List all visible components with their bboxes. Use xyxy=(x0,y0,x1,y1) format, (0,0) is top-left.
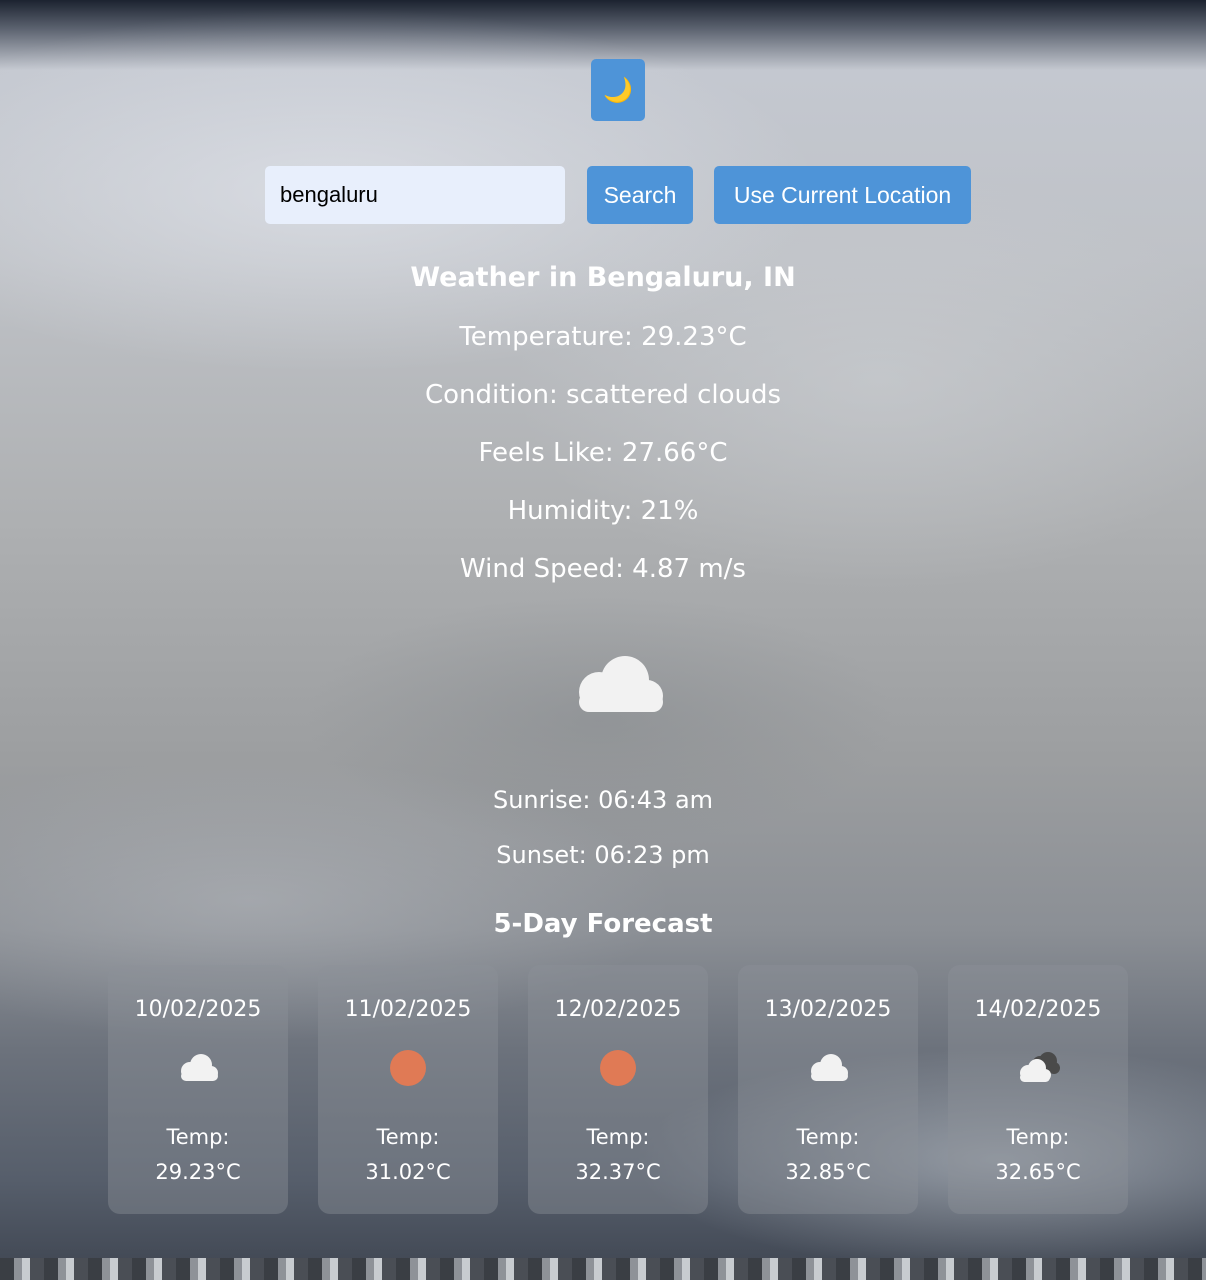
humidity-text: Humidity: 21% xyxy=(507,496,699,526)
theme-toggle-button[interactable]: 🌙 xyxy=(591,59,645,121)
broken-clouds-icon xyxy=(1020,1052,1060,1082)
forecast-card: 10/02/2025 Temp: 29.23°C xyxy=(108,965,288,1214)
forecast-temp-label: Temp: xyxy=(586,1125,650,1149)
search-button[interactable]: Search xyxy=(587,166,693,224)
forecast-temp-value: 29.23°C xyxy=(155,1160,241,1184)
sun-icon xyxy=(600,1050,636,1086)
sunset-text: Sunset: 06:23 pm xyxy=(496,841,710,869)
forecast-temp-value: 32.85°C xyxy=(785,1160,871,1184)
forecast-date: 14/02/2025 xyxy=(974,997,1102,1022)
forecast-temp-value: 32.65°C xyxy=(995,1160,1081,1184)
forecast-date: 10/02/2025 xyxy=(134,997,262,1022)
forecast-temp-label: Temp: xyxy=(796,1125,860,1149)
cloud-icon xyxy=(579,656,663,712)
forecast-temp-label: Temp: xyxy=(1006,1125,1070,1149)
forecast-date: 13/02/2025 xyxy=(764,997,892,1022)
forecast-date: 11/02/2025 xyxy=(344,997,472,1022)
weather-title: Weather in Bengaluru, IN xyxy=(410,262,796,293)
forecast-list: 10/02/2025 Temp: 29.23°C 11/02/2025 Temp… xyxy=(108,965,1128,1214)
cloud-icon xyxy=(181,1054,218,1081)
condition-text: Condition: scattered clouds xyxy=(424,380,782,410)
forecast-card: 14/02/2025 Temp: 32.65°C xyxy=(948,965,1128,1214)
forecast-temp-value: 31.02°C xyxy=(365,1160,451,1184)
forecast-title: 5-Day Forecast xyxy=(493,909,713,939)
background-strip xyxy=(0,1258,1206,1280)
forecast-card: 12/02/2025 Temp: 32.37°C xyxy=(528,965,708,1214)
cloud-icon xyxy=(811,1054,848,1081)
forecast-temp-value: 32.37°C xyxy=(575,1160,661,1184)
feels-like-text: Feels Like: 27.66°C xyxy=(478,438,728,468)
use-current-location-button[interactable]: Use Current Location xyxy=(714,166,971,224)
sun-icon xyxy=(390,1050,426,1086)
wind-speed-text: Wind Speed: 4.87 m/s xyxy=(460,554,746,584)
forecast-temp-label: Temp: xyxy=(376,1125,440,1149)
crescent-moon-icon: 🌙 xyxy=(603,76,633,104)
forecast-temp-label: Temp: xyxy=(166,1125,230,1149)
forecast-date: 12/02/2025 xyxy=(554,997,682,1022)
forecast-card: 11/02/2025 Temp: 31.02°C xyxy=(318,965,498,1214)
city-search-input[interactable] xyxy=(265,166,565,224)
sunrise-text: Sunrise: 06:43 am xyxy=(492,786,714,814)
forecast-card: 13/02/2025 Temp: 32.85°C xyxy=(738,965,918,1214)
temperature-text: Temperature: 29.23°C xyxy=(459,322,747,352)
